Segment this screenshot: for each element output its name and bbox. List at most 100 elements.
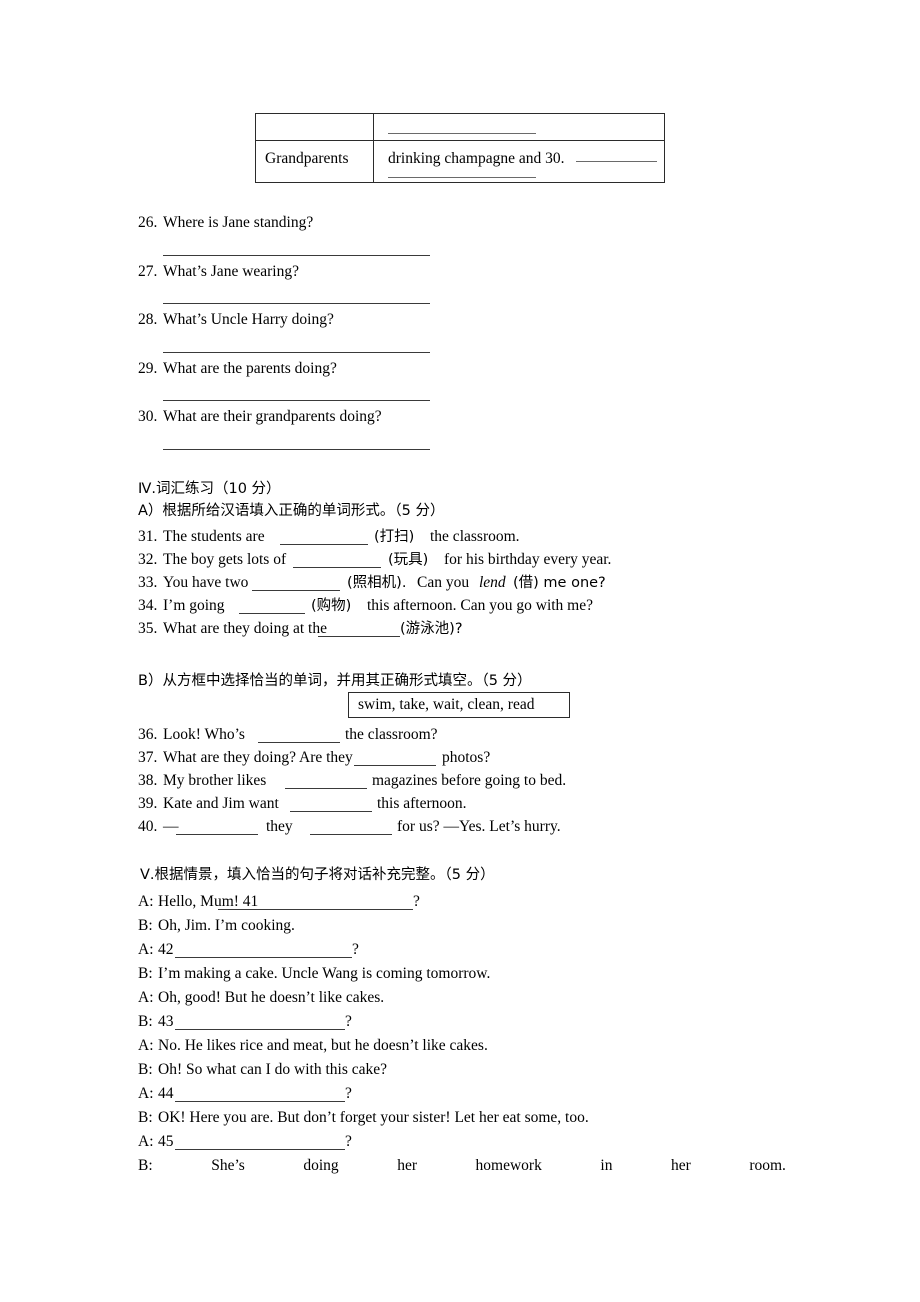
dialogue-line-6-tail: ? <box>345 1013 352 1030</box>
question-30-number: 30. <box>138 408 158 425</box>
dialogue-line-3-speaker: A: <box>138 941 154 958</box>
item-32-number: 32. <box>138 551 158 568</box>
question-27-answer-blank[interactable] <box>163 303 430 304</box>
section-iv-part-b-heading: B）从方框中选择恰当的单词，并用其正确形式填空。（5 分） <box>138 673 532 689</box>
table-row2-blank-right[interactable] <box>576 161 657 162</box>
item-39-blank[interactable] <box>290 811 372 812</box>
dialogue-line-6-text: 43 <box>158 1013 174 1030</box>
item-35-blank[interactable] <box>318 636 400 637</box>
question-29-answer-blank[interactable] <box>163 400 430 401</box>
item-40-middle: they <box>266 818 293 835</box>
dialogue-line-10-speaker: B: <box>138 1109 153 1126</box>
item-39-number: 39. <box>138 795 158 812</box>
item-34-after: this afternoon. Can you go with me? <box>367 597 593 614</box>
question-28-answer-blank[interactable] <box>163 352 430 353</box>
item-34-blank[interactable] <box>239 613 305 614</box>
item-33-after-b: lend <box>479 574 506 591</box>
section-iv-part-a-heading: A）根据所给汉语填入正确的单词形式。（5 分） <box>138 503 445 519</box>
item-38-number: 38. <box>138 772 158 789</box>
item-32-before: The boy gets lots of <box>163 551 287 568</box>
question-27-number: 27. <box>138 263 158 280</box>
item-34-number: 34. <box>138 597 158 614</box>
final-line-word-2: doing <box>303 1157 339 1174</box>
dialogue-line-11-tail: ? <box>345 1133 352 1150</box>
item-40-blank-1[interactable] <box>176 834 258 835</box>
item-37-after: photos? <box>442 749 491 766</box>
item-40-after: for us? —Yes. Let’s hurry. <box>397 818 561 835</box>
dialogue-line-5-speaker: A: <box>138 989 154 1006</box>
item-33-after-a: Can you <box>417 574 470 591</box>
item-38-before: My brother likes <box>163 772 267 789</box>
dialogue-line-7-text: No. He likes rice and meat, but he doesn… <box>158 1037 488 1054</box>
item-38-blank[interactable] <box>285 788 367 789</box>
item-36-after: the classroom? <box>345 726 438 743</box>
word-bank-box: swim, take, wait, clean, read <box>348 692 570 718</box>
item-31-after: the classroom. <box>430 528 520 545</box>
dialogue-blank-45[interactable] <box>175 1149 345 1150</box>
dialogue-blank-43[interactable] <box>175 1029 345 1030</box>
dialogue-line-4-speaker: B: <box>138 965 153 982</box>
item-37-blank[interactable] <box>354 765 436 766</box>
item-33-blank[interactable] <box>252 590 340 591</box>
dialogue-line-9-text: 44 <box>158 1085 174 1102</box>
answer-table: Grandparents drinking champagne and 30. <box>255 113 665 183</box>
item-37-number: 37. <box>138 749 158 766</box>
dialogue-line-2-text: Oh, Jim. I’m cooking. <box>158 917 295 934</box>
dialogue-blank-41[interactable] <box>218 909 413 910</box>
item-32-blank[interactable] <box>293 567 381 568</box>
item-36-blank[interactable] <box>258 742 340 743</box>
item-40-dash: — <box>163 818 179 835</box>
dialogue-final-line: B: She’s doing her homework in her room. <box>138 1158 786 1174</box>
final-line-word-1: She’s <box>211 1157 245 1174</box>
item-40-blank-2[interactable] <box>310 834 392 835</box>
item-40-number: 40. <box>138 818 158 835</box>
dialogue-line-8-speaker: B: <box>138 1061 153 1078</box>
item-31-number: 31. <box>138 528 158 545</box>
section-v-heading: Ⅴ.根据情景，填入恰当的句子将对话补充完整。（5 分） <box>140 867 495 883</box>
dialogue-line-3-tail: ? <box>352 941 359 958</box>
table-row1-blank[interactable] <box>388 133 536 134</box>
item-31-hint: (打扫) <box>374 529 415 545</box>
item-33-number: 33. <box>138 574 158 591</box>
dialogue-line-1-speaker: A: <box>138 893 154 910</box>
item-32-hint: (玩具) <box>388 552 429 568</box>
table-row2-content: drinking champagne and 30. <box>388 150 565 167</box>
question-29-text: What are the parents doing? <box>163 360 337 377</box>
dialogue-blank-42[interactable] <box>175 957 352 958</box>
dialogue-line-1-text: Hello, Mum! 41 <box>158 893 259 910</box>
question-26-text: Where is Jane standing? <box>163 214 314 231</box>
worksheet-page: Grandparents drinking champagne and 30. … <box>0 0 920 1302</box>
dialogue-line-10-text: OK! Here you are. But don’t forget your … <box>158 1109 589 1126</box>
question-26-number: 26. <box>138 214 158 231</box>
item-31-before: The students are <box>163 528 265 545</box>
dialogue-line-11-text: 45 <box>158 1133 174 1150</box>
dialogue-blank-44[interactable] <box>175 1101 345 1102</box>
item-35-number: 35. <box>138 620 158 637</box>
dialogue-line-6-speaker: B: <box>138 1013 153 1030</box>
question-26-answer-blank[interactable] <box>163 255 430 256</box>
dialogue-line-9-speaker: A: <box>138 1085 154 1102</box>
dialogue-line-2-speaker: B: <box>138 917 153 934</box>
item-37-before: What are they doing? Are they <box>163 749 353 766</box>
question-30-text: What are their grandparents doing? <box>163 408 382 425</box>
question-28-number: 28. <box>138 311 158 328</box>
question-30-answer-blank[interactable] <box>163 449 430 450</box>
dialogue-line-5-text: Oh, good! But he doesn’t like cakes. <box>158 989 385 1006</box>
item-38-after: magazines before going to bed. <box>372 772 567 789</box>
item-31-blank[interactable] <box>280 544 368 545</box>
final-line-word-6: her <box>671 1157 691 1174</box>
item-33-before: You have two <box>163 574 249 591</box>
dialogue-line-3-text: 42 <box>158 941 174 958</box>
item-32-after: for his birthday every year. <box>444 551 612 568</box>
item-35-before: What are they doing at the <box>163 620 327 637</box>
word-bank-text: swim, take, wait, clean, read <box>358 696 535 713</box>
dialogue-line-1-tail: ? <box>413 893 420 910</box>
item-33-after-c: (借) me one? <box>513 575 606 591</box>
final-line-word-3: her <box>397 1157 417 1174</box>
dialogue-line-7-speaker: A: <box>138 1037 154 1054</box>
table-column-divider <box>373 114 374 182</box>
table-row2-blank-below[interactable] <box>388 177 536 178</box>
item-39-after: this afternoon. <box>377 795 467 812</box>
final-line-word-5: in <box>600 1157 613 1174</box>
dialogue-line-4-text: I’m making a cake. Uncle Wang is coming … <box>158 965 491 982</box>
